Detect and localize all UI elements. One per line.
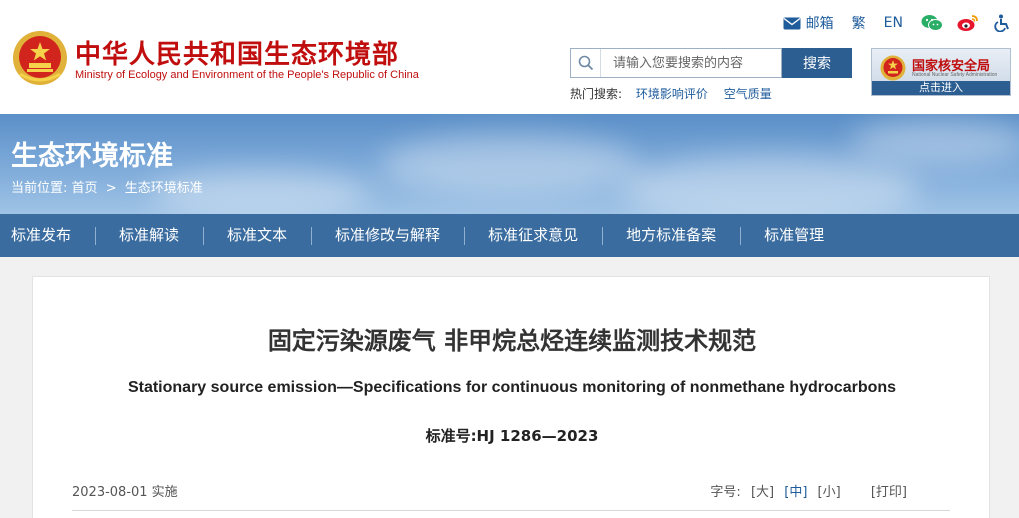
nav-item-standard-release[interactable]: 标准发布 — [0, 214, 97, 257]
font-size-medium-button[interactable]: [中] — [784, 485, 807, 500]
standard-number: 标准号:HJ 1286—2023 — [425, 427, 599, 445]
search-button[interactable]: 搜索 — [782, 48, 852, 78]
search-input[interactable] — [601, 50, 779, 76]
article-card: 固定污染源废气 非甲烷总烃连续监测技术规范 Stationary source … — [32, 276, 990, 518]
nav-item-standard-management[interactable]: 标准管理 — [741, 214, 849, 257]
nnsa-banner-link[interactable]: 国家核安全局 National Nuclear Safety Administr… — [871, 48, 1011, 96]
wechat-icon[interactable] — [921, 14, 943, 32]
nav-item-standard-amendment[interactable]: 标准修改与解释 — [312, 214, 466, 257]
search-box — [570, 48, 782, 78]
top-links: 邮箱 繁 EN — [783, 12, 1011, 34]
breadcrumb-separator: > — [105, 181, 117, 196]
article-title-en: Stationary source emission—Specification… — [127, 379, 897, 396]
breadcrumb-current-link[interactable]: 生态环境标准 — [125, 181, 203, 196]
english-link[interactable]: EN — [884, 15, 903, 31]
weibo-icon[interactable] — [957, 14, 979, 32]
article-tools: 字号: [大] [中] [小] [打印] — [710, 481, 907, 500]
mail-label: 邮箱 — [805, 16, 834, 32]
font-size-large-button[interactable]: [大] — [751, 485, 774, 500]
site-logo-subtitle[interactable]: Ministry of Ecology and Environment of t… — [75, 69, 419, 81]
hot-search: 热门搜索: 环境影响评价 空气质量 — [570, 85, 784, 102]
hot-search-link[interactable]: 空气质量 — [724, 87, 772, 101]
site-header: 中华人民共和国生态环境部 Ministry of Ecology and Env… — [0, 0, 1019, 114]
site-logo-title[interactable]: 中华人民共和国生态环境部 — [75, 34, 399, 71]
banner-cloud-decoration — [380, 134, 640, 194]
banner-cloud-decoration — [620, 154, 920, 214]
breadcrumb-home-link[interactable]: 首页 — [72, 181, 98, 196]
nnsa-name-en: National Nuclear Safety Administration — [912, 72, 998, 78]
page-title: 生态环境标准 — [11, 141, 173, 172]
main-nav: 标准发布 标准解读 标准文本 标准修改与解释 标准征求意见 地方标准备案 标准管… — [0, 214, 1019, 257]
nav-item-standard-consultation[interactable]: 标准征求意见 — [465, 214, 604, 257]
nav-item-standard-interpretation[interactable]: 标准解读 — [96, 214, 205, 257]
print-button[interactable]: [打印] — [871, 485, 907, 500]
hot-search-link[interactable]: 环境影响评价 — [636, 87, 708, 101]
nav-item-standard-text[interactable]: 标准文本 — [204, 214, 313, 257]
breadcrumb-prefix: 当前位置: — [11, 181, 68, 196]
page-banner: 生态环境标准 当前位置: 首页 > 生态环境标准 — [0, 114, 1019, 214]
mail-icon — [783, 17, 801, 29]
divider — [72, 510, 950, 511]
search-icon[interactable] — [571, 49, 601, 77]
mail-link[interactable]: 邮箱 — [783, 13, 834, 33]
font-size-label: 字号: — [710, 485, 741, 500]
nav-item-local-standard-filing[interactable]: 地方标准备案 — [603, 214, 742, 257]
article-title: 固定污染源废气 非甲烷总烃连续监测技术规范 — [267, 327, 757, 355]
nnsa-enter-label: 点击进入 — [872, 81, 1010, 95]
breadcrumb: 当前位置: 首页 > 生态环境标准 — [11, 177, 203, 196]
national-emblem-icon — [880, 55, 906, 81]
national-emblem-icon — [13, 31, 67, 85]
banner-cloud-decoration — [850, 119, 1019, 164]
font-size-small-button[interactable]: [小] — [818, 485, 841, 500]
accessibility-icon[interactable] — [993, 14, 1011, 32]
hot-search-label: 热门搜索: — [570, 87, 623, 101]
effective-date: 2023-08-01 实施 — [72, 485, 178, 500]
traditional-chinese-link[interactable]: 繁 — [852, 13, 866, 33]
